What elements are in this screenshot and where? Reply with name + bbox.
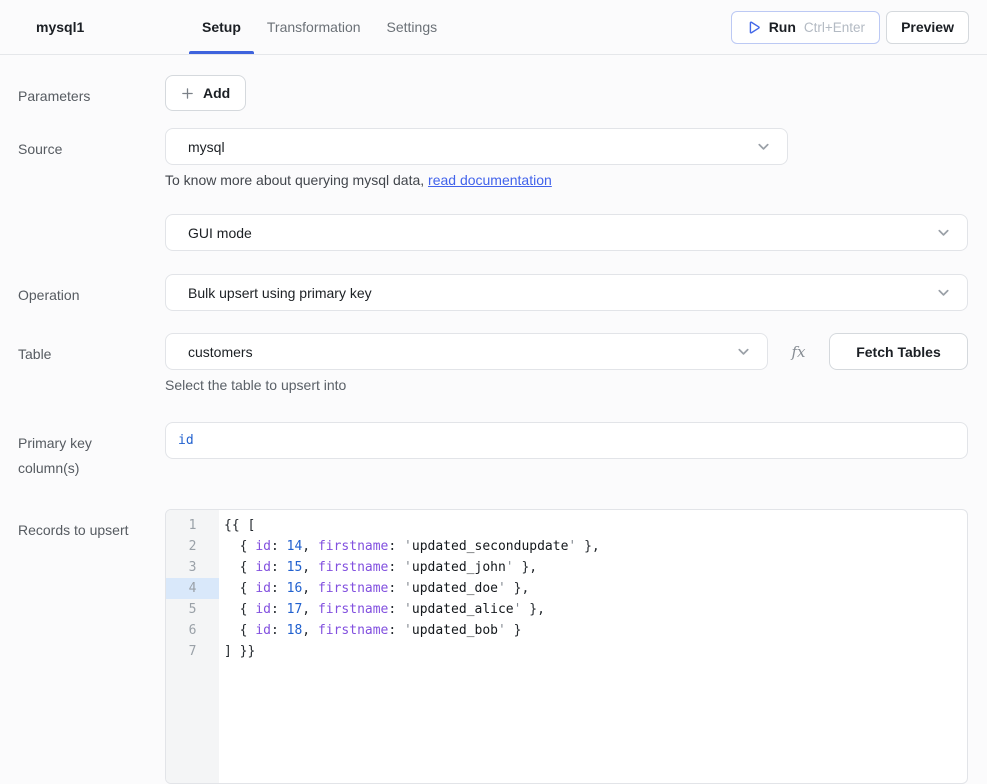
run-button[interactable]: Run Ctrl+Enter — [731, 11, 880, 44]
add-parameter-label: Add — [203, 85, 230, 101]
line-number: 3 — [166, 557, 219, 578]
code-line: ] }} — [224, 641, 967, 662]
operation-label: Operation — [18, 274, 165, 311]
fx-toggle[interactable]: fx — [768, 343, 829, 361]
editor-gutter: 1234567 — [166, 510, 219, 783]
parameters-label: Parameters — [18, 75, 165, 111]
table-select-value: customers — [188, 344, 253, 360]
mode-label-spacer — [18, 214, 165, 251]
parameters-row: Parameters Add — [18, 75, 968, 111]
run-shortcut: Ctrl+Enter — [804, 20, 865, 35]
mode-select-value: GUI mode — [188, 225, 252, 241]
operation-row: Operation Bulk upsert using primary key — [18, 274, 968, 311]
add-parameter-button[interactable]: Add — [165, 75, 246, 111]
table-label: Table — [18, 333, 165, 393]
header-actions: Run Ctrl+Enter Preview — [731, 11, 969, 44]
primary-key-input[interactable]: id — [165, 422, 968, 459]
fetch-tables-button[interactable]: Fetch Tables — [829, 333, 968, 370]
plus-icon — [181, 87, 194, 100]
tab-bar: Setup Transformation Settings — [189, 0, 450, 54]
query-title: mysql1 — [0, 19, 189, 35]
code-line: { id: 16, firstname: 'updated_doe' }, — [224, 578, 967, 599]
source-row: Source mysql To know more about querying… — [18, 128, 968, 188]
chevron-down-icon — [756, 139, 771, 154]
line-number: 7 — [166, 641, 219, 662]
source-select-value: mysql — [188, 139, 225, 155]
chevron-down-icon — [936, 285, 951, 300]
records-row: Records to upsert 1234567 {{ [ { id: 14,… — [18, 509, 968, 784]
primary-key-label: Primary key column(s) — [18, 422, 165, 480]
line-number: 2 — [166, 536, 219, 557]
code-line: {{ [ — [224, 515, 967, 536]
query-editor-header: mysql1 Setup Transformation Settings Run… — [0, 0, 987, 55]
play-icon — [746, 20, 761, 35]
line-number: 4 — [166, 578, 219, 599]
source-helper-text: To know more about querying mysql data, … — [165, 172, 968, 188]
source-helper-prefix: To know more about querying mysql data, — [165, 172, 428, 188]
table-select[interactable]: customers — [165, 333, 768, 370]
chevron-down-icon — [936, 225, 951, 240]
source-label: Source — [18, 128, 165, 188]
query-setup-form: Parameters Add Source mysql — [0, 55, 987, 784]
run-label: Run — [769, 19, 796, 35]
code-line: { id: 15, firstname: 'updated_john' }, — [224, 557, 967, 578]
records-label: Records to upsert — [18, 509, 165, 784]
line-number: 6 — [166, 620, 219, 641]
editor-code: {{ [ { id: 14, firstname: 'updated_secon… — [219, 510, 967, 783]
table-row: Table customers fx Fetch Tables Select t… — [18, 333, 968, 393]
mode-row: GUI mode — [18, 214, 968, 251]
preview-button[interactable]: Preview — [886, 11, 969, 44]
read-documentation-link[interactable]: read documentation — [428, 172, 552, 188]
code-line: { id: 14, firstname: 'updated_secondupda… — [224, 536, 967, 557]
tab-setup[interactable]: Setup — [189, 0, 254, 54]
line-number: 5 — [166, 599, 219, 620]
code-editor[interactable]: 1234567 {{ [ { id: 14, firstname: 'updat… — [165, 509, 968, 784]
chevron-down-icon — [736, 344, 751, 359]
line-number: 1 — [166, 515, 219, 536]
primary-key-value: id — [178, 433, 194, 448]
tab-transformation[interactable]: Transformation — [254, 0, 374, 54]
operation-select[interactable]: Bulk upsert using primary key — [165, 274, 968, 311]
mode-select[interactable]: GUI mode — [165, 214, 968, 251]
primary-key-row: Primary key column(s) id — [18, 422, 968, 480]
code-line: { id: 17, firstname: 'updated_alice' }, — [224, 599, 967, 620]
table-helper-text: Select the table to upsert into — [165, 377, 968, 393]
tab-settings[interactable]: Settings — [374, 0, 451, 54]
code-line: { id: 18, firstname: 'updated_bob' } — [224, 620, 967, 641]
source-select[interactable]: mysql — [165, 128, 788, 165]
operation-select-value: Bulk upsert using primary key — [188, 285, 372, 301]
